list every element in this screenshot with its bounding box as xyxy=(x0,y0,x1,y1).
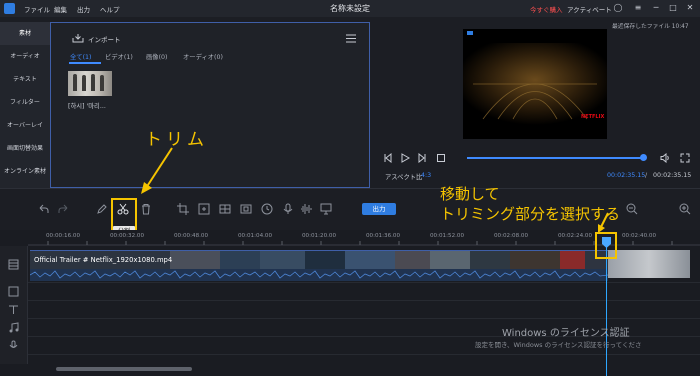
timeline-scrollbar[interactable] xyxy=(56,367,192,371)
time-separator: / xyxy=(645,172,648,179)
current-time: 00:02:35.15 xyxy=(607,172,646,179)
scissors-icon[interactable] xyxy=(117,203,129,215)
track-divider xyxy=(28,318,700,319)
preview-video[interactable]: NETFLIX xyxy=(463,29,607,139)
text-track-icon xyxy=(9,305,18,314)
preview-progress-bar[interactable] xyxy=(467,157,643,159)
ruler-tick-label: 00:02:40.00 xyxy=(622,233,657,239)
active-filter-underline xyxy=(69,62,101,64)
annotation-arrow-icon xyxy=(598,212,609,233)
ruler-tick-label: 00:00:16.00 xyxy=(46,233,81,239)
windows-activation-subtitle: 設定を開き、Windows のライセンス認証を行ってくださ xyxy=(475,341,642,349)
filter-tab-all[interactable]: 全て(1) xyxy=(70,52,92,61)
sidebar-item-text[interactable]: テキスト xyxy=(0,68,50,91)
stop-icon[interactable] xyxy=(436,153,446,163)
step-forward-icon[interactable] xyxy=(417,153,427,163)
total-time: 00:02:35.15 xyxy=(653,172,692,179)
activate-link[interactable]: アクティベート xyxy=(567,4,612,14)
duration-icon[interactable] xyxy=(261,203,273,215)
progress-knob[interactable] xyxy=(640,154,647,161)
audio-waveform xyxy=(30,269,608,281)
ruler-tick-label: 00:01:20.00 xyxy=(302,233,337,239)
filter-tab-video[interactable]: ビデオ(1) xyxy=(105,52,133,61)
annotation-arrow-icon xyxy=(141,147,173,194)
sidebar-item-filter[interactable]: フィルター xyxy=(0,91,50,114)
import-icon[interactable] xyxy=(72,33,84,43)
ruler-tick-label: 00:01:04.00 xyxy=(238,233,273,239)
filter-tab-audio[interactable]: オーディオ(0) xyxy=(183,52,223,61)
track-divider xyxy=(28,282,700,283)
ruler-tick-label: 00:01:52.00 xyxy=(430,233,465,239)
close-icon[interactable]: ✕ xyxy=(684,2,696,14)
microphone-icon[interactable] xyxy=(282,203,294,215)
video-clip-selected-part[interactable] xyxy=(608,250,690,278)
step-back-icon[interactable] xyxy=(383,153,393,163)
media-item-name: [하시] '마리... xyxy=(68,103,106,110)
clip-name: Official Trailer # Netflix_1920x1080.mp4 xyxy=(34,256,173,264)
netflix-logo: NETFLIX xyxy=(581,114,605,120)
mosaic-icon[interactable] xyxy=(219,203,231,215)
screen-record-icon[interactable] xyxy=(320,203,332,215)
zoom-out-icon[interactable] xyxy=(626,203,638,215)
overlay-track-icon xyxy=(8,286,19,297)
freeze-frame-icon[interactable] xyxy=(240,203,252,215)
windows-activation-title: Windows のライセンス認証 xyxy=(502,328,630,339)
edit-icon[interactable] xyxy=(96,203,108,215)
sidebar-item-media[interactable]: 素材 xyxy=(0,22,50,45)
zoom-icon[interactable] xyxy=(198,203,210,215)
fullscreen-icon[interactable] xyxy=(680,153,690,163)
ruler-tick-label: 00:02:24.00 xyxy=(558,233,593,239)
filter-tab-image[interactable]: 画像(0) xyxy=(146,52,168,61)
delete-icon[interactable] xyxy=(140,203,152,215)
menu-icon[interactable]: ≡ xyxy=(632,2,644,14)
video-track-icon xyxy=(8,259,19,270)
list-view-icon[interactable] xyxy=(346,34,356,43)
playhead-handle-icon[interactable] xyxy=(602,237,611,248)
media-thumbnail[interactable] xyxy=(68,71,112,96)
sidebar-item-online[interactable]: オンライン素材 xyxy=(0,160,50,183)
audio-detach-icon[interactable] xyxy=(300,203,312,215)
ruler-tick-label: 00:01:36.00 xyxy=(366,233,401,239)
import-button[interactable]: インポート xyxy=(88,34,121,44)
play-icon[interactable] xyxy=(400,153,410,163)
maximize-icon[interactable]: □ xyxy=(667,2,679,14)
crop-icon[interactable] xyxy=(177,203,189,215)
volume-icon[interactable] xyxy=(660,153,670,163)
buy-now-link[interactable]: 今すぐ購入 xyxy=(530,4,563,14)
sidebar-item-overlay[interactable]: オーバーレイ xyxy=(0,114,50,137)
autosave-status: 最近保存したファイル 10:47 xyxy=(612,24,689,30)
music-track-icon xyxy=(9,322,19,333)
sidebar-item-transition[interactable]: 画面切替効果 xyxy=(0,137,50,160)
aspect-ratio-value[interactable]: 4:3 xyxy=(421,172,431,179)
track-divider xyxy=(28,354,700,355)
minimize-icon[interactable]: ─ xyxy=(650,2,662,14)
ruler-tick-label: 00:00:48.00 xyxy=(174,233,209,239)
move-annotation-line1: 移動して xyxy=(440,185,500,203)
track-divider xyxy=(28,300,700,301)
undo-icon[interactable] xyxy=(37,203,49,215)
aspect-ratio-label: アスペクト比 xyxy=(385,174,423,181)
zoom-in-icon[interactable] xyxy=(679,203,691,215)
export-button[interactable]: 出力 xyxy=(362,203,396,215)
voice-track-icon xyxy=(9,340,18,348)
ruler-tick-label: 00:02:08.00 xyxy=(494,233,529,239)
sidebar-item-audio[interactable]: オーディオ xyxy=(0,45,50,68)
redo-icon[interactable] xyxy=(58,203,70,215)
account-icon[interactable]: ◯ xyxy=(612,2,624,14)
playhead[interactable] xyxy=(606,240,607,376)
ruler-tick-label: 00:00:32.00 xyxy=(110,233,145,239)
